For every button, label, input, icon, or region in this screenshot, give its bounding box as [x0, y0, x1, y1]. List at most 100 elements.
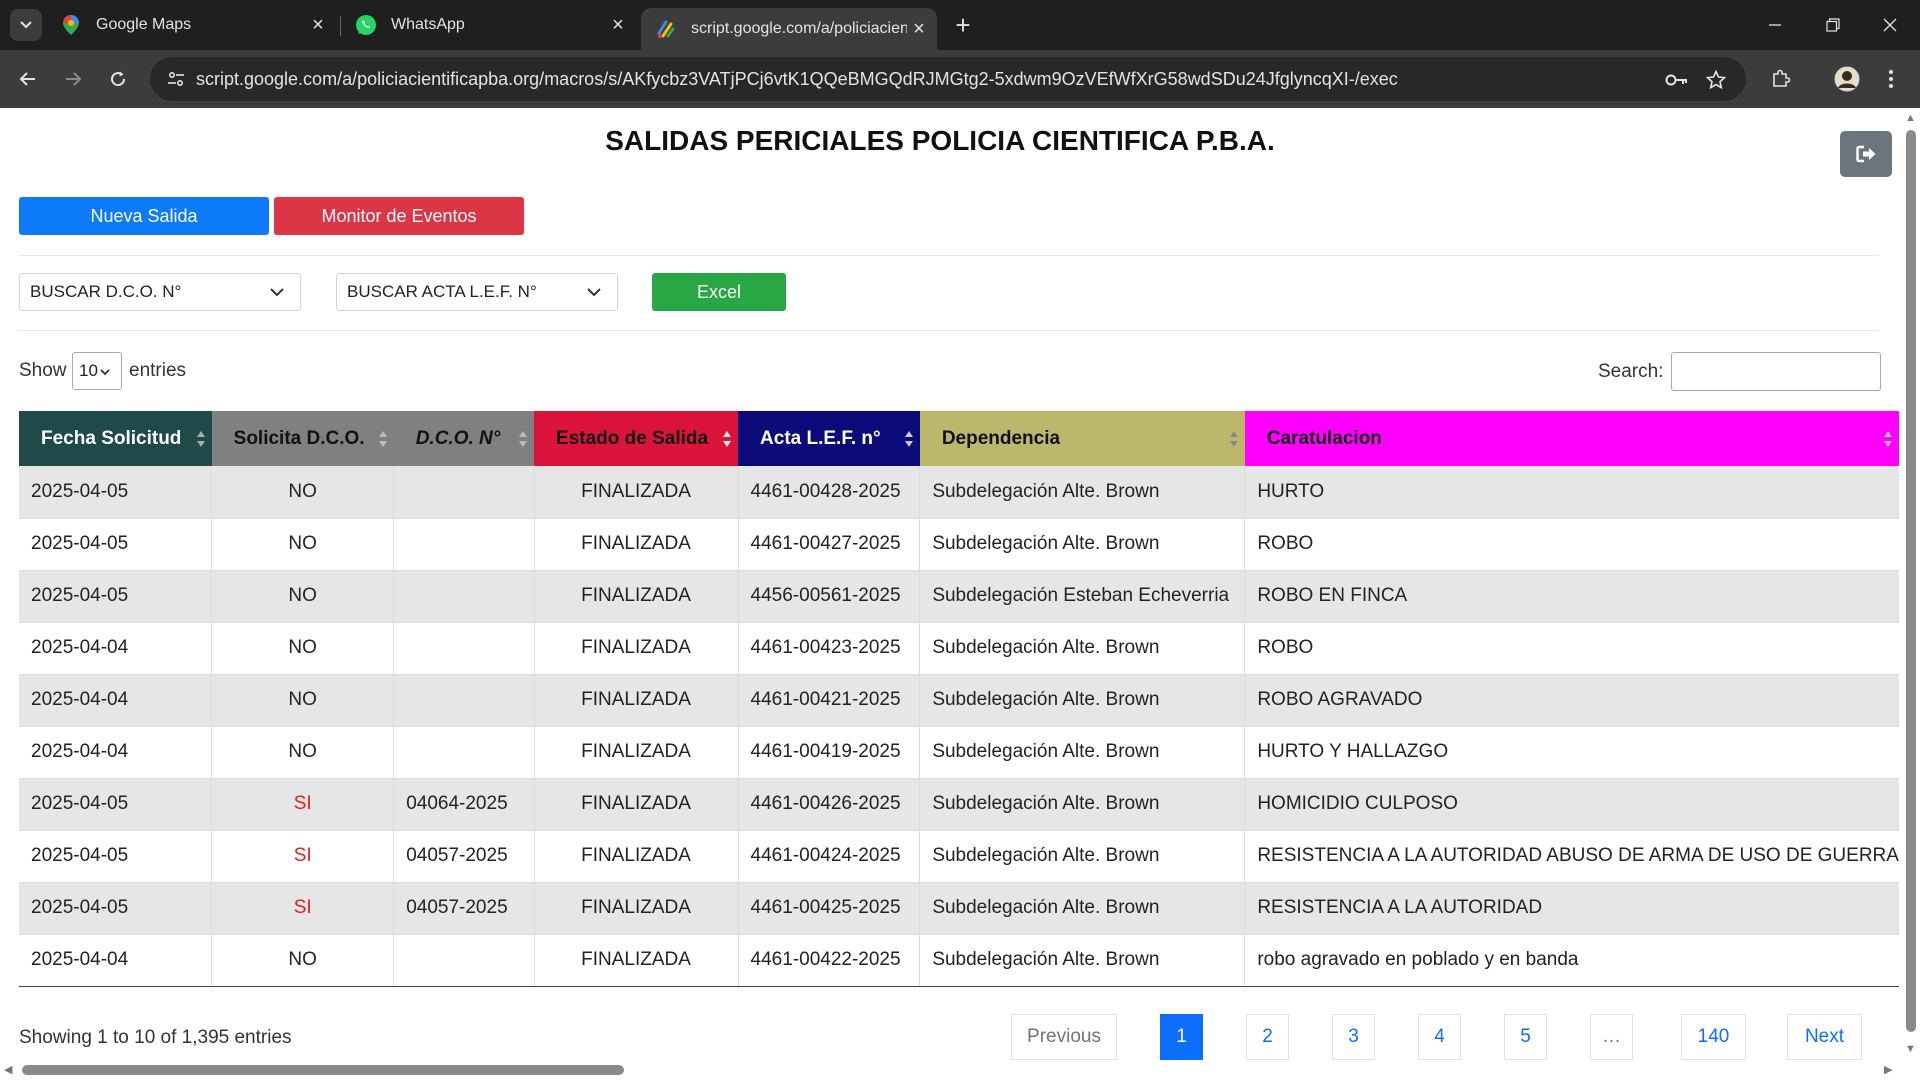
- browser-menu-icon[interactable]: [1875, 63, 1907, 95]
- new-tab-button[interactable]: +: [948, 10, 978, 40]
- acta-cell: 4461-00426-2025: [737, 778, 920, 831]
- table-row[interactable]: 2025-04-04 NO FINALIZADA 4461-00423-2025 Sub…: [19, 622, 1899, 675]
- table-row[interactable]: 2025-04-05 NO FINALIZADA 4461-00428-2025 Sub…: [19, 466, 1899, 519]
- excel-export-button[interactable]: Excel: [652, 273, 786, 311]
- minimize-window-icon[interactable]: [1745, 0, 1805, 50]
- scroll-up-arrow-icon[interactable]: ▲: [1905, 112, 1916, 124]
- table-info: Showing 1 to 10 of 1,395 entries: [19, 1027, 292, 1048]
- site-settings-icon[interactable]: [164, 67, 188, 91]
- close-tab-icon[interactable]: ×: [606, 13, 630, 37]
- chevron-down-icon: [20, 21, 32, 29]
- chevron-down-icon: [270, 288, 284, 297]
- column-header-caratulacion[interactable]: Caratulacion: [1244, 411, 1899, 466]
- table-row[interactable]: 2025-04-05 SI 04057-2025 FINALIZADA 4461-004…: [19, 882, 1899, 935]
- caratulacion-cell: ROBO: [1244, 518, 1899, 571]
- column-header-dependencia[interactable]: Dependencia: [919, 411, 1245, 466]
- address-bar[interactable]: script.google.com/a/policiacientificapba…: [150, 57, 1746, 101]
- tab-search-button[interactable]: [10, 9, 42, 41]
- tab-apps-script[interactable]: script.google.com/a/policiacien ×: [641, 8, 937, 50]
- pagination-page-2[interactable]: 2: [1246, 1014, 1289, 1060]
- close-window-icon[interactable]: [1860, 0, 1920, 50]
- table-row[interactable]: 2025-04-04 NO FINALIZADA 4461-00419-2025 Sub…: [19, 726, 1899, 779]
- estado-cell: FINALIZADA: [533, 830, 739, 883]
- estado-cell: FINALIZADA: [533, 570, 739, 623]
- column-header-label: D.C.O. N°: [415, 427, 501, 449]
- caratulacion-cell: RESISTENCIA A LA AUTORIDAD ABUSO DE ARMA…: [1244, 830, 1899, 883]
- pagination-previous[interactable]: Previous: [1011, 1014, 1117, 1060]
- scroll-right-arrow-icon[interactable]: ▶: [1884, 1063, 1892, 1076]
- pagination-page-5[interactable]: 5: [1504, 1014, 1547, 1060]
- scroll-left-arrow-icon[interactable]: ◀: [4, 1063, 12, 1076]
- table-row[interactable]: 2025-04-04 NO FINALIZADA 4461-00421-2025 Sub…: [19, 674, 1899, 727]
- dependencia-cell: Subdelegación Alte. Brown: [919, 778, 1245, 831]
- column-header-fecha[interactable]: Fecha Solicitud: [19, 411, 212, 466]
- caratulacion-cell: ROBO: [1244, 622, 1899, 675]
- sort-icon: [1229, 431, 1238, 447]
- dco-numero-cell: [393, 518, 535, 571]
- fecha-cell: 2025-04-04: [19, 622, 212, 675]
- acta-cell: 4456-00561-2025: [737, 570, 920, 623]
- tab-title: script.google.com/a/policiacien: [691, 20, 907, 37]
- tab-title: Google Maps: [96, 16, 192, 33]
- chevron-down-icon: [100, 369, 110, 376]
- horizontal-scrollbar[interactable]: ◀ ▶: [0, 1060, 1900, 1080]
- close-tab-icon[interactable]: ×: [306, 13, 330, 37]
- dco-search-value: BUSCAR D.C.O. N°: [30, 282, 182, 301]
- dco-numero-cell: [393, 674, 535, 727]
- logout-button[interactable]: [1840, 131, 1892, 177]
- fecha-cell: 2025-04-04: [19, 934, 212, 987]
- acta-search-select[interactable]: BUSCAR ACTA L.E.F. N°: [336, 273, 618, 311]
- search-input[interactable]: [1671, 352, 1881, 391]
- scroll-down-arrow-icon[interactable]: ▼: [1905, 1043, 1916, 1055]
- table-row[interactable]: 2025-04-05 SI 04057-2025 FINALIZADA 4461-004…: [19, 830, 1899, 883]
- profile-avatar[interactable]: [1831, 63, 1863, 95]
- dependencia-cell: Subdelegación Alte. Brown: [919, 934, 1245, 987]
- column-header-solicita-dco[interactable]: Solicita D.C.O.: [211, 411, 394, 466]
- scrollbar-thumb[interactable]: [1906, 130, 1916, 1032]
- caratulacion-cell: HOMICIDIO CULPOSO: [1244, 778, 1899, 831]
- acta-cell: 4461-00422-2025: [737, 934, 920, 987]
- table-row[interactable]: 2025-04-05 NO FINALIZADA 4456-00561-2025 Sub…: [19, 570, 1899, 623]
- scrollbar-thumb[interactable]: [22, 1065, 624, 1075]
- sort-icon: [723, 431, 732, 447]
- pagination-page-3[interactable]: 3: [1332, 1014, 1375, 1060]
- dependencia-cell: Subdelegación Alte. Brown: [919, 466, 1245, 519]
- extensions-puzzle-icon[interactable]: [1765, 63, 1797, 95]
- column-header-acta[interactable]: Acta L.E.F. n°: [738, 411, 920, 466]
- close-tab-icon[interactable]: ×: [907, 17, 931, 41]
- back-arrow-icon[interactable]: [12, 63, 44, 95]
- pagination-page-1[interactable]: 1: [1160, 1014, 1203, 1060]
- table-row[interactable]: 2025-04-05 SI 04064-2025 FINALIZADA 4461-004…: [19, 778, 1899, 831]
- column-header-dco-numero[interactable]: D.C.O. N°: [393, 411, 535, 466]
- entries-label: entries: [129, 360, 187, 381]
- dco-search-select[interactable]: BUSCAR D.C.O. N°: [19, 273, 301, 311]
- restore-window-icon[interactable]: [1803, 0, 1863, 50]
- password-key-icon[interactable]: [1664, 67, 1690, 93]
- estado-cell: FINALIZADA: [533, 622, 739, 675]
- tab-google-maps[interactable]: Google Maps ×: [60, 8, 330, 42]
- caratulacion-cell: ROBO AGRAVADO: [1244, 674, 1899, 727]
- event-monitor-button[interactable]: Monitor de Eventos: [274, 197, 524, 235]
- fecha-cell: 2025-04-05: [19, 466, 212, 519]
- dco-numero-cell: 04057-2025: [393, 882, 535, 935]
- column-header-label: Caratulacion: [1266, 427, 1382, 449]
- column-header-estado[interactable]: Estado de Salida: [534, 411, 739, 466]
- forward-arrow-icon[interactable]: [57, 63, 89, 95]
- estado-cell: FINALIZADA: [533, 726, 739, 779]
- bookmark-star-icon[interactable]: [1703, 67, 1729, 93]
- pagination-page-4[interactable]: 4: [1418, 1014, 1461, 1060]
- new-departure-button[interactable]: Nueva Salida: [19, 197, 269, 235]
- entries-length-select[interactable]: 10: [72, 352, 122, 390]
- pagination-page-last[interactable]: 140: [1681, 1014, 1746, 1060]
- tab-separator: [340, 16, 341, 36]
- pagination-next[interactable]: Next: [1787, 1014, 1862, 1060]
- tab-whatsapp[interactable]: WhatsApp ×: [355, 8, 630, 42]
- sort-icon: [196, 431, 205, 447]
- table-header-row: Fecha Solicitud Solicita D.C.O. D.C.O. N…: [19, 411, 1899, 466]
- table-row[interactable]: 2025-04-05 NO FINALIZADA 4461-00427-2025 Sub…: [19, 518, 1899, 571]
- reload-icon[interactable]: [102, 63, 134, 95]
- solicita-dco-cell: NO: [211, 518, 394, 571]
- vertical-scrollbar[interactable]: ▲ ▼: [1900, 108, 1920, 1080]
- table-row[interactable]: 2025-04-04 NO FINALIZADA 4461-00422-2025 Sub…: [19, 934, 1899, 987]
- dependencia-cell: Subdelegación Alte. Brown: [919, 830, 1245, 883]
